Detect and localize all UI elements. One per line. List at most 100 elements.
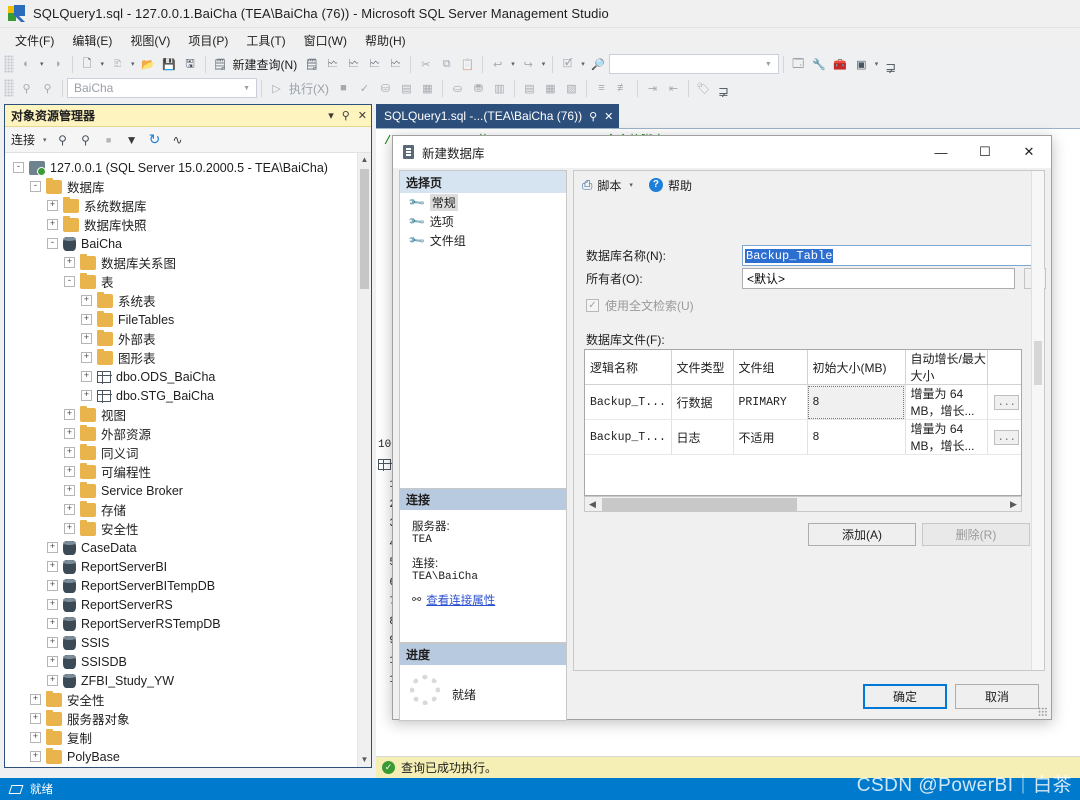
cut-icon[interactable]: ✂ xyxy=(415,54,436,75)
expand-icon[interactable]: + xyxy=(30,713,41,724)
scroll-up-icon[interactable]: ▲ xyxy=(358,153,371,167)
object-explorer-scrollbar[interactable]: ▲ ▼ xyxy=(357,153,371,767)
open-file-icon[interactable]: 📂 xyxy=(138,54,159,75)
new-dax-query-icon[interactable]: 🗠 xyxy=(385,54,406,75)
save-all-icon[interactable]: 🖫 xyxy=(180,54,201,75)
undo-icon[interactable]: ↩ xyxy=(487,54,508,75)
expand-icon[interactable]: + xyxy=(30,694,41,705)
tree-node[interactable]: + ReportServerRSTempDB xyxy=(5,614,357,633)
database-combo[interactable]: BaiCha ▼ xyxy=(67,78,257,98)
navigate-back-dropdown-icon[interactable]: ▾ xyxy=(37,60,47,68)
cell-autogrowth-1[interactable]: 增量为 64 MB，增长... xyxy=(905,419,988,455)
tree-node[interactable]: + 安全性 xyxy=(5,519,357,538)
expand-icon[interactable]: + xyxy=(81,352,92,363)
add-file-button[interactable]: 添加(A) xyxy=(808,523,916,546)
oe-stop-icon[interactable]: ■ xyxy=(99,130,119,150)
query-options-icon[interactable]: ▤ xyxy=(396,78,417,99)
scroll-right-icon[interactable]: ▶ xyxy=(1006,499,1021,510)
cell-logical-name-0[interactable]: Backup_T... xyxy=(585,384,672,420)
menu-tools[interactable]: 工具(T) xyxy=(237,29,294,52)
tree-node[interactable]: + 系统表 xyxy=(5,291,357,310)
cell-initial-size-1[interactable]: 8 xyxy=(807,419,906,455)
redo-dropdown-icon[interactable]: ▾ xyxy=(539,60,549,68)
tree-node[interactable]: + 视图 xyxy=(5,405,357,424)
redo-icon[interactable]: ↪ xyxy=(518,54,539,75)
tree-node[interactable]: + 复制 xyxy=(5,728,357,747)
cell-logical-name-1[interactable]: Backup_T... xyxy=(585,419,672,455)
expand-icon[interactable]: + xyxy=(64,485,75,496)
new-query-icon[interactable]: 🗒 xyxy=(210,54,231,75)
col-logical-name[interactable]: 逻辑名称 xyxy=(585,350,672,385)
find-combo-chevron-down-icon[interactable]: ▼ xyxy=(759,61,778,68)
new-item-dropdown-icon[interactable]: ▾ xyxy=(128,60,138,68)
tree-node[interactable]: + 图形表 xyxy=(5,348,357,367)
expand-icon[interactable]: + xyxy=(47,637,58,648)
copy-icon[interactable]: ⧉ xyxy=(436,54,457,75)
expand-icon[interactable]: + xyxy=(64,504,75,515)
disconnect-icon[interactable]: ⚲ xyxy=(37,78,58,99)
col-file-type[interactable]: 文件类型 xyxy=(671,350,734,385)
execute-label[interactable]: 执行(X) xyxy=(287,80,333,97)
connect-icon[interactable]: ⚲ xyxy=(16,78,37,99)
expand-icon[interactable]: + xyxy=(64,466,75,477)
tree-node[interactable]: - 127.0.0.1 (SQL Server 15.0.2000.5 - TEA… xyxy=(5,158,357,177)
oe-filter-icon[interactable]: ▼ xyxy=(122,130,142,150)
database-combo-chevron-down-icon[interactable]: ▼ xyxy=(237,85,256,92)
cell-initial-size-0[interactable]: 8 xyxy=(807,384,906,420)
page-item-general[interactable]: 🔧 常规 xyxy=(400,193,566,212)
help-icon[interactable]: ? xyxy=(648,178,663,192)
tree-node[interactable]: - BaiCha xyxy=(5,234,357,253)
tree-node[interactable]: + 系统数据库 xyxy=(5,196,357,215)
cancel-button[interactable]: 取消 xyxy=(955,684,1039,709)
script-label[interactable]: 脚本 xyxy=(597,177,621,194)
tree-node[interactable]: + ReportServerBITempDB xyxy=(5,576,357,595)
oe-connect-chevron-down-icon[interactable]: ▾ xyxy=(40,136,50,144)
cell-filegroup-0[interactable]: PRIMARY xyxy=(733,384,808,420)
tree-node[interactable]: + 数据库快照 xyxy=(5,215,357,234)
tree-node[interactable]: + 外部表 xyxy=(5,329,357,348)
cell-autogrowth-0[interactable]: 增量为 64 MB，增长... xyxy=(905,384,988,420)
collapse-icon[interactable]: - xyxy=(47,238,58,249)
command-prompt-dropdown-icon[interactable]: ▾ xyxy=(872,60,882,68)
expand-icon[interactable]: + xyxy=(81,333,92,344)
owner-input[interactable]: <默认> xyxy=(742,268,1015,289)
autogrowth-browse-button-0[interactable]: ... xyxy=(994,394,1020,410)
command-prompt-icon[interactable]: ▣ xyxy=(851,54,872,75)
new-item-icon[interactable]: 🗈 xyxy=(107,54,128,75)
navigate-back-icon[interactable]: ◐ xyxy=(16,54,37,75)
scroll-thumb[interactable] xyxy=(360,169,369,289)
expand-icon[interactable]: + xyxy=(47,656,58,667)
tree-node[interactable]: + 服务器对象 xyxy=(5,709,357,728)
expand-icon[interactable]: + xyxy=(81,295,92,306)
paste-icon[interactable]: 📋 xyxy=(457,54,478,75)
table-row[interactable]: Backup_T... 行数据 PRIMARY 8 增量为 64 MB，增长..… xyxy=(585,384,1021,420)
hscroll-thumb[interactable] xyxy=(602,497,797,511)
tree-node[interactable]: + 安全性 xyxy=(5,690,357,709)
new-mdx-query-icon[interactable]: 🗠 xyxy=(322,54,343,75)
expand-icon[interactable]: + xyxy=(64,409,75,420)
results-to-file-icon[interactable]: ▧ xyxy=(561,78,582,99)
tab-pin-icon[interactable]: ⚲ xyxy=(589,110,597,123)
tree-node[interactable]: + SSISDB xyxy=(5,652,357,671)
menu-view[interactable]: 视图(V) xyxy=(121,29,179,52)
navigate-forward-icon[interactable]: ◑ xyxy=(47,54,68,75)
comment-selection-icon[interactable]: 🗹 xyxy=(557,54,578,75)
expand-icon[interactable]: + xyxy=(64,428,75,439)
include-actual-plan-icon[interactable]: ▦ xyxy=(417,78,438,99)
toolbar-grip-icon[interactable] xyxy=(4,55,14,73)
expand-icon[interactable]: + xyxy=(47,580,58,591)
sqlcmd-mode-icon[interactable]: ▥ xyxy=(489,78,510,99)
find-combo[interactable]: ▼ xyxy=(608,54,779,74)
page-item-filegroups[interactable]: 🔧 文件组 xyxy=(400,231,566,250)
toolbar2-overflow-icon[interactable]: ⋥ xyxy=(714,84,733,100)
tree-node[interactable]: + 存储 xyxy=(5,500,357,519)
decrease-indent-icon[interactable]: ⇥ xyxy=(642,78,663,99)
ok-button[interactable]: 确定 xyxy=(863,684,947,709)
specify-values-icon[interactable]: 🏷 xyxy=(693,78,714,99)
tree-node[interactable]: + dbo.STG_BaiCha xyxy=(5,386,357,405)
expand-icon[interactable]: + xyxy=(81,371,92,382)
object-explorer-tree[interactable]: -127.0.0.1 (SQL Server 15.0.2000.5 - TEA… xyxy=(5,153,357,767)
tree-node[interactable]: + dbo.ODS_BaiCha xyxy=(5,367,357,386)
col-autogrowth[interactable]: 自动增长/最大大小 xyxy=(905,350,988,385)
expand-icon[interactable]: + xyxy=(64,257,75,268)
